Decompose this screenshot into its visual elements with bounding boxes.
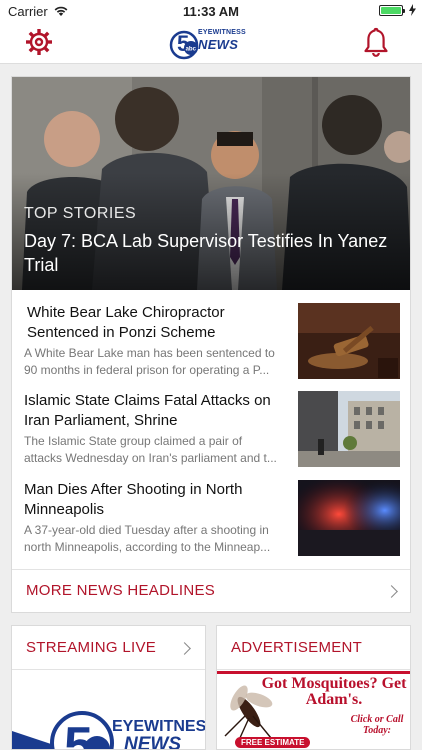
story-title: White Bear Lake Chiropractor Sentenced i… (27, 304, 225, 341)
story-summary: A 37-year-old died Tuesday after a shoot… (24, 523, 271, 554)
top-story[interactable]: TOP STORIES Day 7: BCA Lab Supervisor Te… (12, 77, 410, 290)
ad-banner[interactable]: Got Mosquitoes? Get Adam's. Click or Cal… (217, 671, 410, 749)
story-thumbnail-police-lights (298, 480, 400, 556)
channel-5-logo: 5 abc (169, 30, 199, 60)
news-card: TOP STORIES Day 7: BCA Lab Supervisor Te… (11, 76, 411, 613)
streaming-live-card[interactable]: STREAMING LIVE 5 EYEWITNESS NEWS (11, 625, 206, 750)
charging-icon (409, 4, 416, 16)
ad-free-estimate-badge: FREE ESTIMATE (235, 737, 311, 748)
story-item[interactable]: Islamic State Claims Fatal Attacks on Ir… (12, 391, 410, 471)
bell-icon[interactable] (363, 27, 389, 57)
story-thumbnail-gavel (298, 303, 400, 379)
story-title: Islamic State Claims Fatal Attacks on Ir… (24, 392, 271, 429)
top-story-title: Day 7: BCA Lab Supervisor Testifies In Y… (24, 231, 388, 275)
chevron-right-icon (178, 642, 191, 655)
story-thumbnail-street (298, 391, 400, 467)
svg-text:abc: abc (186, 47, 197, 53)
status-bar: Carrier 11:33 AM (0, 0, 422, 22)
advertisement-card[interactable]: ADVERTISEMENT Got Mosquitoes? Get Adam's… (216, 625, 411, 750)
battery-icon (379, 4, 405, 16)
ad-headline: Got Mosquitoes? Get Adam's. (261, 675, 407, 708)
gear-icon[interactable] (24, 27, 54, 57)
story-summary: The Islamic State group claimed a pair o… (24, 434, 277, 465)
story-item[interactable]: Man Dies After Shooting in North Minneap… (12, 480, 410, 560)
station-logo: 5 abc EYEWITNESS NEWS (168, 26, 254, 60)
more-news-headlines[interactable]: MORE NEWS HEADLINES (12, 569, 410, 612)
carrier-label: Carrier (8, 3, 48, 19)
story-title: Man Dies After Shooting in North Minneap… (24, 481, 243, 518)
nav-bar: 5 abc EYEWITNESS NEWS (0, 22, 422, 64)
story-item[interactable]: White Bear Lake Chiropractor Sentenced i… (12, 303, 410, 383)
chevron-right-icon (385, 585, 398, 598)
wifi-icon (54, 6, 68, 16)
streaming-live-label: STREAMING LIVE (26, 639, 157, 656)
top-stories-label: TOP STORIES (24, 205, 137, 222)
story-summary: A White Bear Lake man has been sentenced… (24, 346, 275, 377)
ad-side-text: Click or Call Today: (350, 714, 404, 736)
streaming-logo-news: NEWS (124, 734, 181, 750)
advertisement-label: ADVERTISEMENT (231, 639, 363, 656)
more-news-label: MORE NEWS HEADLINES (26, 582, 216, 599)
logo-eyewitness: EYEWITNESS (198, 29, 246, 36)
logo-news: NEWS (198, 37, 239, 52)
